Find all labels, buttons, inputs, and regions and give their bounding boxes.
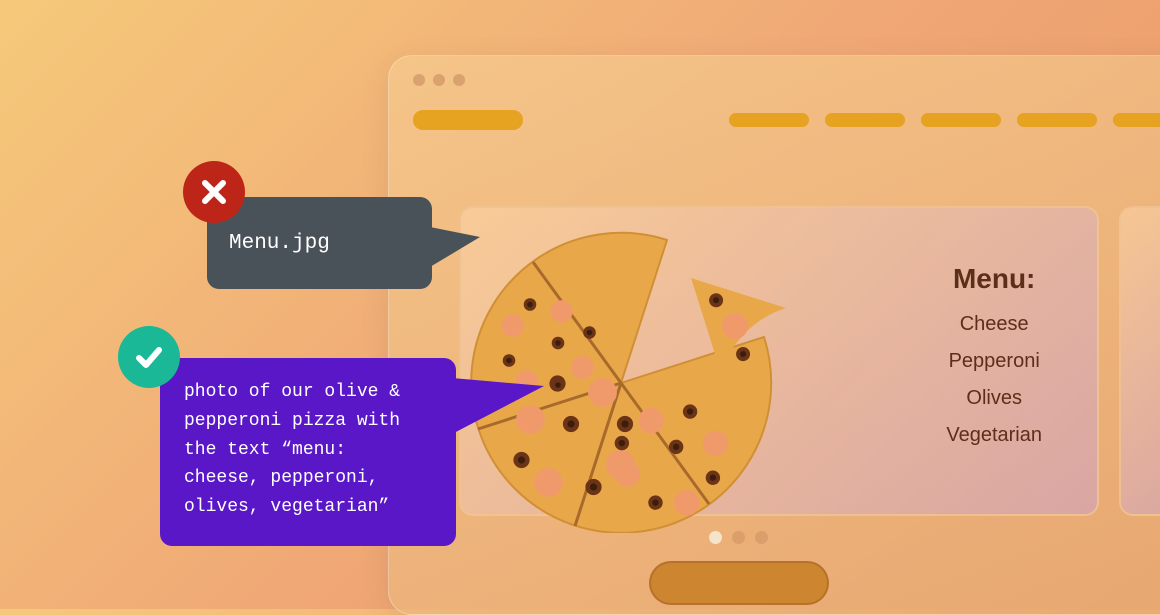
next-card (1119, 206, 1160, 516)
window-dot (413, 74, 425, 86)
window-dot (433, 74, 445, 86)
nav-item-placeholder (1113, 113, 1160, 127)
menu-item: Pepperoni (946, 350, 1042, 373)
nav-item-placeholder (1017, 113, 1097, 127)
menu-item: Cheese (946, 313, 1042, 336)
menu-item: Olives (946, 387, 1042, 410)
logo-placeholder (413, 110, 523, 130)
x-icon (199, 177, 229, 207)
menu-card: Menu: Cheese Pepperoni Olives Vegetarian (459, 206, 1099, 516)
good-alt-text-tooltip: photo of our olive & pepperoni pizza wit… (160, 358, 456, 546)
window-dot (453, 74, 465, 86)
check-icon (132, 340, 166, 374)
page-dot (732, 531, 745, 544)
nav-bar (413, 110, 1160, 130)
nav-item-placeholder (729, 113, 809, 127)
good-alt-text: photo of our olive & pepperoni pizza wit… (184, 378, 432, 522)
bad-alt-text-tooltip: Menu.jpg (207, 197, 432, 289)
page-dot (755, 531, 768, 544)
menu-text-block: Menu: Cheese Pepperoni Olives Vegetarian (946, 263, 1042, 447)
menu-title: Menu: (946, 263, 1042, 295)
menu-item: Vegetarian (946, 424, 1042, 447)
pizza-illustration (466, 193, 806, 533)
pagination-dots (709, 531, 768, 544)
browser-window: Menu: Cheese Pepperoni Olives Vegetarian (388, 55, 1160, 615)
window-controls (413, 74, 465, 86)
cta-button-placeholder (649, 561, 829, 605)
page-dot-active (709, 531, 722, 544)
correct-badge (118, 326, 180, 388)
bad-alt-text: Menu.jpg (229, 232, 330, 255)
nav-item-placeholder (921, 113, 1001, 127)
gallery: Menu: Cheese Pepperoni Olives Vegetarian (459, 206, 1160, 516)
menu-list: Cheese Pepperoni Olives Vegetarian (946, 313, 1042, 447)
wrong-badge (183, 161, 245, 223)
nav-item-placeholder (825, 113, 905, 127)
